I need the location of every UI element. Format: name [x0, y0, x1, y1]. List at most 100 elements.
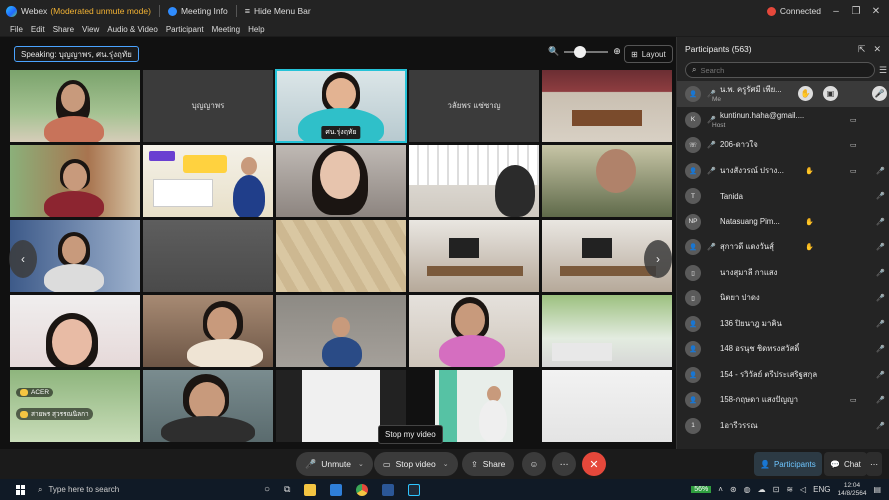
participants-tab[interactable]: 👤 Participants	[754, 452, 822, 476]
chevron-down-icon[interactable]: ⌄	[443, 460, 449, 468]
file-explorer-icon[interactable]	[304, 483, 317, 496]
meeting-info-button[interactable]: Meeting Info	[167, 6, 228, 16]
menu-view[interactable]: View	[82, 25, 99, 34]
pop-out-icon[interactable]: ⇱	[858, 44, 866, 55]
chat-tab[interactable]: 💬 Chat	[824, 452, 867, 476]
video-tile[interactable]	[276, 295, 406, 367]
task-view-icon[interactable]: ⧉	[284, 484, 290, 495]
notifications-icon[interactable]: ▤	[873, 485, 881, 494]
chevron-down-icon[interactable]: ⌄	[358, 460, 364, 468]
participant-row[interactable]: 👤 🎤 สุกาวดี แดงวันสุ์ ✋ 🎤	[677, 235, 889, 261]
cortana-icon[interactable]: ○	[264, 484, 270, 495]
participant-search[interactable]: ⌕	[685, 62, 875, 78]
video-tile-blurred[interactable]	[143, 220, 273, 292]
battery-indicator[interactable]: 56%	[691, 486, 712, 493]
video-tile[interactable]	[409, 295, 539, 367]
participant-row[interactable]: 👤 154 - รวิวัลย์ ตรีประเสริฐสกุล 🎤	[677, 362, 889, 388]
hide-menu-bar-button[interactable]: ≡ Hide Menu Bar	[245, 6, 311, 16]
participant-row[interactable]: K 🎤 kuntinun.haha@gmail.... Host ▭	[677, 107, 889, 133]
search-input[interactable]	[700, 65, 851, 75]
raise-hand-icon: ✋	[805, 244, 814, 252]
chevron-right-icon: ›	[656, 252, 660, 266]
restore-icon[interactable]: ❐	[851, 6, 861, 17]
close-icon[interactable]: ✕	[871, 6, 881, 17]
word-icon[interactable]	[382, 483, 395, 496]
video-tile[interactable]	[276, 220, 406, 292]
video-tile[interactable]	[10, 295, 140, 367]
zoom-slider[interactable]	[564, 45, 609, 58]
windows-start-icon[interactable]	[16, 484, 26, 495]
participant-row[interactable]: T Tanida 🎤	[677, 184, 889, 210]
participant-row-me[interactable]: 👤 🎤 น.พ. ครูรัศมี เพีย... Me ✋ ▣ 🎤	[677, 81, 889, 107]
participant-row[interactable]: ▯ นิตยา ปาดง 🎤	[677, 286, 889, 312]
menu-edit[interactable]: Edit	[31, 25, 45, 34]
participant-row[interactable]: 👤 136 ปิยนาฎ มาคิน 🎤	[677, 311, 889, 337]
more-icon: ⋯	[870, 459, 878, 469]
minimize-icon[interactable]: –	[831, 6, 841, 17]
participant-row[interactable]: NP Natasuang Pim... ✋ 🎤	[677, 209, 889, 235]
unmute-button[interactable]: 🎤 Unmute ⌄	[296, 452, 373, 476]
menu-meeting[interactable]: Meeting	[212, 25, 240, 34]
volume-icon[interactable]: ◁	[800, 485, 806, 494]
webex-taskbar-icon[interactable]	[408, 483, 421, 496]
mute-toggle-button[interactable]: 🎤	[872, 86, 887, 101]
menu-share[interactable]: Share	[53, 25, 74, 34]
video-tile[interactable]	[542, 70, 672, 142]
zoom-slider-knob[interactable]	[573, 45, 586, 58]
video-toggle-button[interactable]: ▣	[823, 86, 838, 101]
video-tile[interactable]: บุญญาพร	[143, 70, 273, 142]
menu-audio-video[interactable]: Audio & Video	[107, 25, 158, 34]
tray-app-icon[interactable]: ⊛	[730, 485, 737, 494]
video-tile[interactable]	[143, 370, 273, 442]
chevron-up-icon[interactable]: ˄	[718, 485, 723, 494]
video-tile-shared-slide[interactable]	[143, 145, 273, 217]
store-icon[interactable]	[330, 483, 343, 496]
video-tile-room[interactable]	[409, 220, 539, 292]
participant-body	[44, 116, 104, 142]
participant-row[interactable]: ▯ นางสุมาลี กาแสง 🎤	[677, 260, 889, 286]
zoom-out-icon[interactable]: 🔍	[548, 46, 559, 57]
participant-row[interactable]: 1 1อารีวรรณ 🎤	[677, 413, 889, 439]
connection-status[interactable]: Connected	[766, 6, 821, 16]
stop-video-button[interactable]: ▭ Stop video ⌄	[374, 452, 458, 476]
share-button[interactable]: ⇪ Share	[462, 452, 515, 476]
video-tile-active-speaker[interactable]: ศน.รุ่งฤทัย	[275, 69, 407, 143]
participant-row[interactable]: 👤 158-กฤษดา แสงปัญญา ▭ 🎤	[677, 388, 889, 414]
tray-app-icon[interactable]: ⊡	[773, 485, 780, 494]
layout-button[interactable]: ⊞ Layout	[624, 45, 673, 63]
chrome-icon[interactable]	[356, 483, 369, 496]
menu-participant[interactable]: Participant	[166, 25, 204, 34]
sort-icon[interactable]: ☰	[879, 65, 887, 76]
close-panel-icon[interactable]: ✕	[873, 44, 881, 55]
video-tile[interactable]	[542, 295, 672, 367]
input-language[interactable]: ENG	[813, 485, 830, 494]
participant-row[interactable]: 👤 148 อรนุช ชิดทรงสวัสดิ์ 🎤	[677, 337, 889, 363]
wifi-icon[interactable]: ≋	[786, 485, 793, 494]
clock[interactable]: 12:04 14/8/2564	[838, 482, 867, 498]
video-tile[interactable]	[10, 70, 140, 142]
more-panels-button[interactable]: ⋯	[866, 452, 882, 476]
participant-row[interactable]: 👤 🎤 นางสังวรณ์ ปราง... ✋ ▭ 🎤	[677, 158, 889, 184]
more-options-button[interactable]: ⋯	[552, 452, 576, 476]
tray-app-icon[interactable]: ◍	[744, 485, 751, 494]
video-tile[interactable]	[542, 145, 672, 217]
menu-file[interactable]: File	[10, 25, 23, 34]
prev-page-button[interactable]: ‹	[9, 240, 37, 278]
next-page-button[interactable]: ›	[644, 240, 672, 278]
video-tile[interactable]	[143, 295, 273, 367]
taskbar-search[interactable]: ⌕ Type here to search	[38, 485, 228, 495]
video-tile[interactable]	[10, 145, 140, 217]
video-tile[interactable]: ACER สายพร สุวรรณนิลกา	[10, 370, 140, 442]
video-tile[interactable]	[276, 145, 406, 217]
participant-name: Tanida	[720, 191, 743, 201]
raise-hand-button[interactable]: ✋	[798, 86, 813, 101]
video-tile[interactable]: วลัยพร แซ่ซาญ	[409, 70, 539, 142]
video-tile[interactable]	[542, 370, 672, 442]
cloud-icon[interactable]: ☁	[758, 485, 766, 494]
reactions-button[interactable]: ☺	[522, 452, 546, 476]
participant-row[interactable]: ☏ 🎤 206-ดาวใจ ▭	[677, 133, 889, 159]
menu-help[interactable]: Help	[248, 25, 264, 34]
video-tile[interactable]	[409, 145, 539, 217]
zoom-in-icon[interactable]: ⊕	[613, 46, 621, 57]
leave-meeting-button[interactable]: ✕	[582, 452, 606, 476]
